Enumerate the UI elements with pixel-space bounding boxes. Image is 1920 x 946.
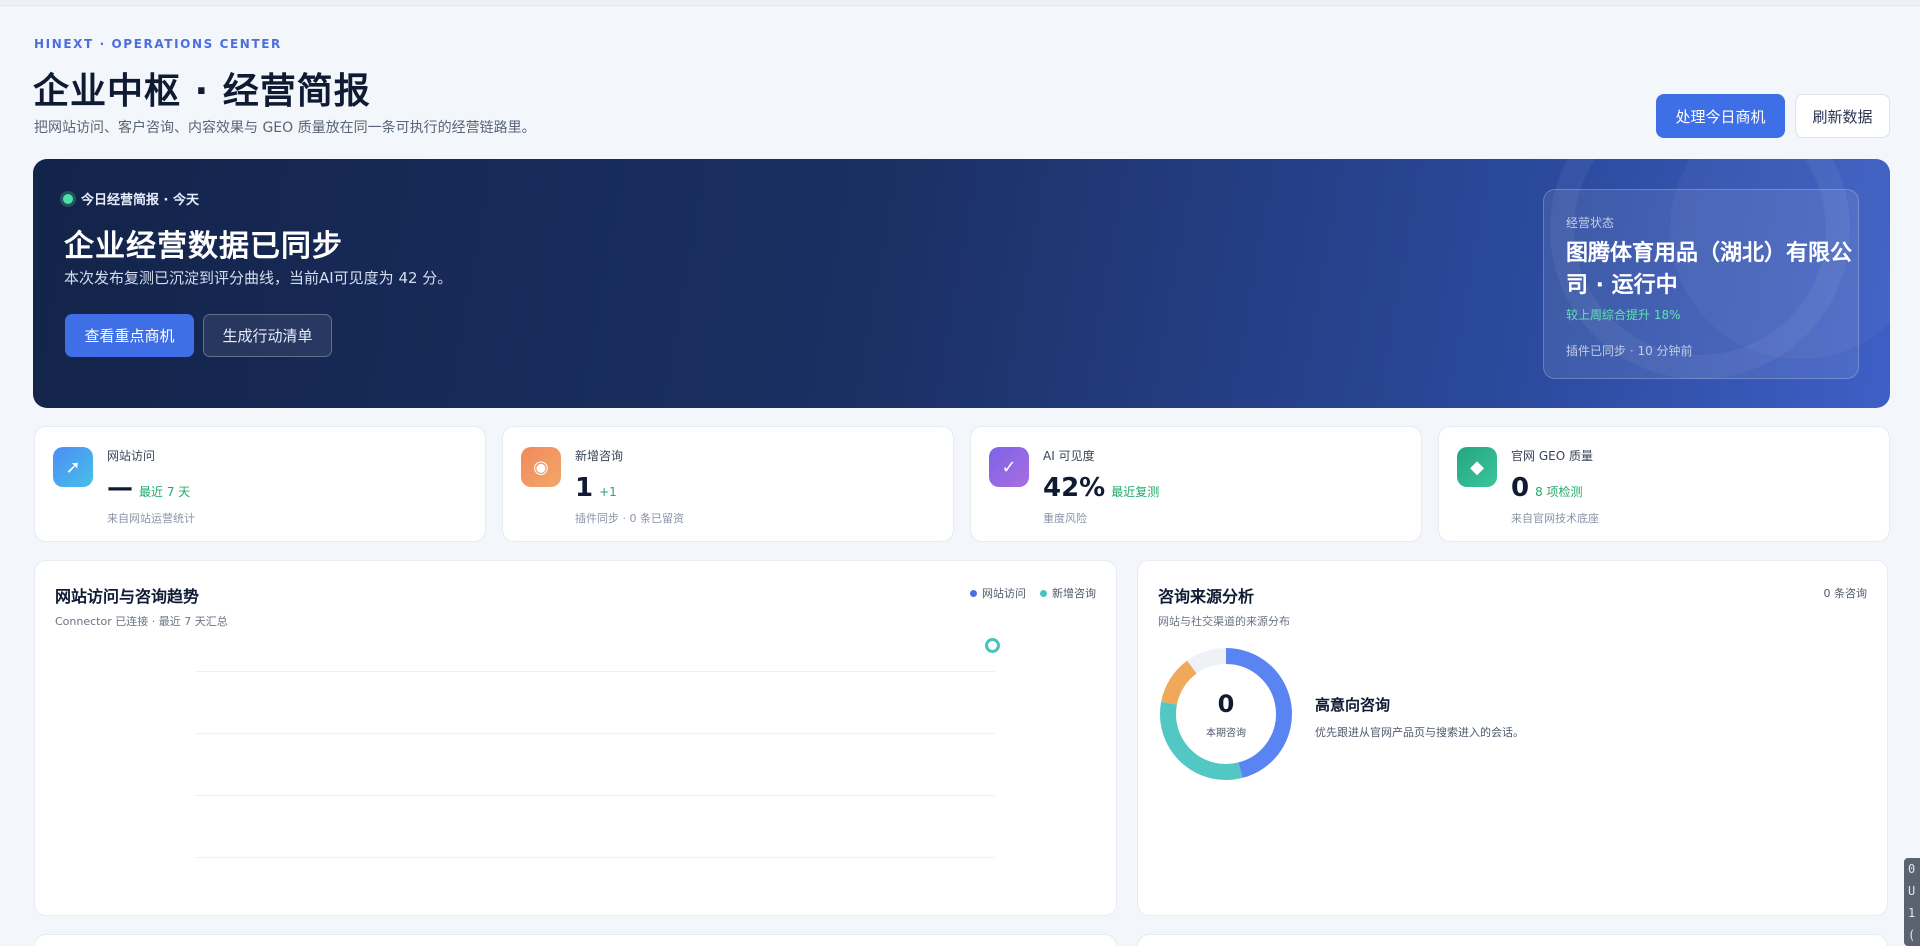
business-status-card: 经营状态 图腾体育用品（湖北）有限公司 · 运行中 较上周综合提升 18% 插件… [1543, 189, 1859, 379]
source-panel: 咨询来源分析 网站与社交渠道的来源分布 0 条咨询 0 本期咨询 高意向咨询 优… [1137, 560, 1888, 916]
kpi-card[interactable]: ◆ 官网 GEO 质量 0 8 项检测来自官网技术底座 [1438, 426, 1890, 542]
kpi-value-row: 1 +1 [575, 473, 617, 503]
trend-title: 网站访问与咨询趋势 [55, 587, 200, 606]
legend-label: 新增咨询 [1052, 587, 1096, 600]
grid-line [195, 795, 995, 796]
view-key-leads-button[interactable]: 查看重点商机 [65, 314, 194, 357]
source-title: 咨询来源分析 [1158, 587, 1255, 606]
kpi-note: 重度风险 [1043, 512, 1087, 525]
kpi-card[interactable]: ◉ 新增咨询 1 +1 插件同步 · 0 条已留资 [502, 426, 954, 542]
high-intent-title: 高意向咨询 [1315, 696, 1391, 714]
kpi-delta: 8 项检测 [1535, 485, 1583, 499]
target-icon: ◉ [521, 447, 561, 487]
check-icon: ✓ [989, 447, 1029, 487]
top-divider [0, 0, 1920, 6]
kpi-value-row: 42% 最近复测 [1043, 473, 1159, 503]
legend-dot-icon [970, 589, 977, 597]
brand-eyebrow: HINEXT · OPERATIONS CENTER [34, 37, 282, 51]
next-panel [34, 934, 1117, 946]
kpi-note: 来自官网技术底座 [1511, 512, 1599, 525]
side-text: 0 U 1 ( [1908, 862, 1916, 942]
source-subtitle: 网站与社交渠道的来源分布 [1158, 615, 1290, 628]
hero-title: 企业经营数据已同步 [64, 229, 343, 264]
status-sync: 插件已同步 · 10 分钟前 [1566, 344, 1693, 358]
kpi-value-row: 0 8 项检测 [1511, 473, 1583, 503]
legend-dot-icon [1040, 589, 1047, 597]
live-dot-icon [63, 193, 73, 204]
page-title: 企业中枢 · 经营简报 [33, 71, 371, 112]
hero-description: 本次发布复测已沉淀到评分曲线，当前AI可见度为 42 分。 [64, 269, 453, 287]
side-overlay: 0 U 1 ( [1904, 858, 1920, 946]
kpi-note: 来自网站运营统计 [107, 512, 195, 525]
high-intent-description: 优先跟进从官网产品页与搜索进入的会话。 [1315, 726, 1524, 739]
refresh-data-button[interactable]: 刷新数据 [1795, 94, 1890, 138]
page-subtitle: 把网站访问、客户咨询、内容效果与 GEO 质量放在同一条可执行的经营链路里。 [34, 120, 536, 136]
grid-line [195, 857, 995, 858]
kpi-label: 新增咨询 [575, 449, 624, 463]
kpi-delta: +1 [599, 485, 617, 499]
kpi-value: 42% [1043, 473, 1106, 503]
kpi-value: — [107, 473, 133, 503]
trend-subtitle: Connector 已连接 · 最近 7 天汇总 [55, 615, 228, 628]
trend-legend: 网站访问 新增咨询 [970, 585, 1096, 601]
donut-center: 0 本期咨询 [1158, 646, 1294, 782]
legend-item-visits[interactable]: 网站访问 [970, 585, 1026, 601]
kpi-value-row: — 最近 7 天 [107, 473, 190, 503]
kpi-delta: 最近复测 [1111, 485, 1160, 499]
donut-label: 本期咨询 [1206, 727, 1246, 739]
legend-label: 网站访问 [982, 587, 1026, 600]
hero-tag: 今日经营简报 · 今天 [63, 189, 199, 208]
grid-line [195, 733, 995, 734]
grid-line [195, 671, 995, 672]
donut-value: 0 [1217, 689, 1235, 718]
kpi-value: 1 [575, 473, 594, 503]
status-label: 经营状态 [1566, 216, 1615, 230]
kpi-label: 官网 GEO 质量 [1511, 449, 1593, 463]
diamond-icon: ◆ [1457, 447, 1497, 487]
inquiry-point-marker[interactable] [985, 638, 1000, 653]
kpi-card[interactable]: ➚ 网站访问 — 最近 7 天来自网站运营统计 [34, 426, 486, 542]
generate-action-list-button[interactable]: 生成行动清单 [203, 314, 332, 357]
arrow-icon: ➚ [53, 447, 93, 487]
legend-item-inquiries[interactable]: 新增咨询 [1040, 585, 1096, 601]
status-company: 图腾体育用品（湖北）有限公司 · 运行中 [1566, 241, 1853, 298]
kpi-value: 0 [1511, 473, 1530, 503]
briefing-hero: 今日经营简报 · 今天 企业经营数据已同步 本次发布复测已沉淀到评分曲线，当前A… [33, 159, 1890, 408]
kpi-delta: 最近 7 天 [139, 485, 191, 499]
handle-leads-button[interactable]: 处理今日商机 [1656, 94, 1785, 138]
status-delta: 较上周综合提升 18% [1566, 308, 1681, 322]
kpi-label: AI 可见度 [1043, 449, 1095, 463]
kpi-note: 插件同步 · 0 条已留资 [575, 512, 684, 525]
kpi-label: 网站访问 [107, 449, 156, 463]
next-panel [1137, 934, 1888, 946]
inquiry-count: 0 条咨询 [1823, 587, 1868, 600]
kpi-card[interactable]: ✓ AI 可见度 42% 最近复测重度风险 [970, 426, 1422, 542]
trend-panel: 网站访问与咨询趋势 Connector 已连接 · 最近 7 天汇总 网站访问 … [34, 560, 1117, 916]
hero-tag-text: 今日经营简报 · 今天 [81, 193, 199, 208]
